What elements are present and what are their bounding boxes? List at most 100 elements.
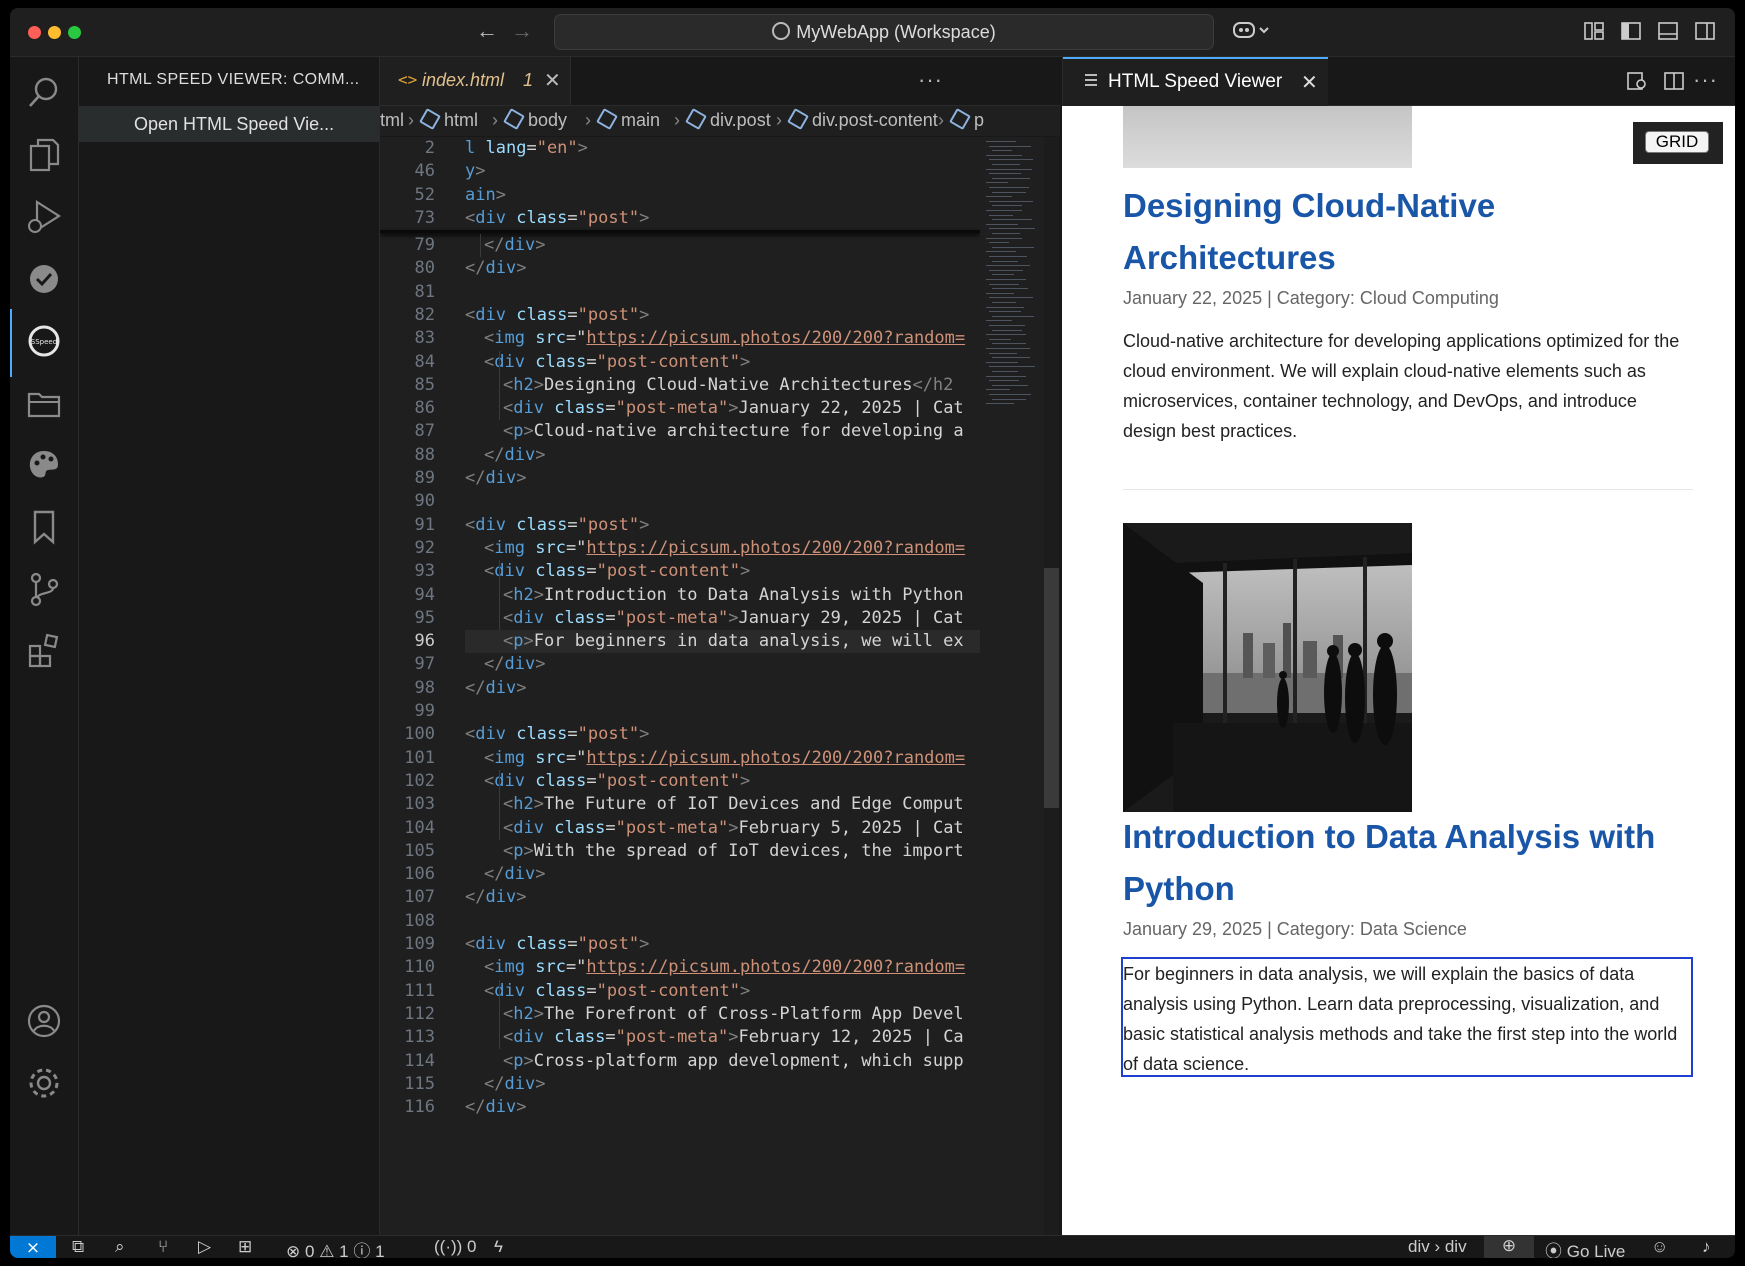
source-control-icon[interactable]: ⑂ xyxy=(158,1237,168,1257)
code-line[interactable]: 105 <p>With the spread of IoT devices, th… xyxy=(380,840,980,863)
code-line[interactable]: 80 </div> xyxy=(380,257,980,280)
code-line[interactable]: 93 <div class="post-content"> xyxy=(380,560,980,583)
account-icon[interactable] xyxy=(22,999,66,1043)
copy-icon[interactable]: ⧉ xyxy=(72,1237,84,1257)
command-center[interactable]: MyWebApp (Workspace) xyxy=(554,14,1214,50)
forward-arrow-icon[interactable]: → xyxy=(511,18,533,44)
speed-viewer-preview[interactable]: Designing Cloud-Native Architectures Jan… xyxy=(1062,106,1735,1235)
tab-html-speed-viewer[interactable]: HTML Speed Viewer ✕ xyxy=(1063,57,1328,107)
code-line[interactable]: 91 <div class="post"> xyxy=(380,514,980,537)
copilot-icon[interactable] xyxy=(1232,18,1282,40)
close-tab-icon[interactable]: ✕ xyxy=(1301,70,1318,95)
folder-icon[interactable] xyxy=(22,381,66,425)
grid-button[interactable]: GRID xyxy=(1645,131,1709,153)
lightning-icon[interactable]: ϟ xyxy=(494,1237,503,1257)
run-debug-icon[interactable]: ▷ xyxy=(198,1237,211,1257)
code-line[interactable]: 95 <div class="post-meta">January 29, 202… xyxy=(380,607,980,630)
code-line[interactable]: 89 </div> xyxy=(380,467,980,490)
speed-viewer-icon[interactable]: SSpeed xyxy=(22,319,66,363)
settings-gear-icon[interactable] xyxy=(22,1061,66,1105)
notifications-bell-icon[interactable]: ♪ xyxy=(1702,1237,1711,1257)
code-line[interactable]: 104 <div class="post-meta">February 5, 20… xyxy=(380,817,980,840)
search-icon[interactable] xyxy=(22,71,66,115)
code-line[interactable]: 112 <h2>The Forefront of Cross-Platform A… xyxy=(380,1003,980,1026)
problems-indicator[interactable]: ⊗ 0 ⚠ 1 ⓘ 1 xyxy=(286,1237,385,1258)
code-line[interactable]: 97 </div> xyxy=(380,653,980,676)
search-icon[interactable]: ⌕ xyxy=(115,1237,125,1257)
code-line[interactable]: 99 xyxy=(380,700,980,723)
split-editor-icon[interactable] xyxy=(1663,70,1685,92)
code-line[interactable]: 108 xyxy=(380,910,980,933)
editor-scrollbar-thumb[interactable] xyxy=(1044,568,1059,808)
more-actions-icon[interactable]: ··· xyxy=(1693,67,1718,93)
code-line[interactable]: 46 y> xyxy=(380,160,980,183)
check-icon[interactable] xyxy=(22,257,66,301)
breadcrumb-item[interactable]: tml xyxy=(380,110,404,131)
code-line[interactable]: 115 </div> xyxy=(380,1073,980,1096)
code-line[interactable]: 107 </div> xyxy=(380,886,980,909)
breadcrumb-item[interactable]: › p xyxy=(938,108,984,131)
code-line[interactable]: 92 <img src="https://picsum.photos/200/20… xyxy=(380,537,980,560)
code-line[interactable]: 101 <img src="https://picsum.photos/200/2… xyxy=(380,747,980,770)
code-line[interactable]: 87 <p>Cloud-native architecture for devel… xyxy=(380,420,980,443)
minimize-window-button[interactable] xyxy=(48,26,61,39)
toggle-secondary-sidebar-icon[interactable] xyxy=(1694,20,1716,42)
tab-index-html[interactable]: <> index.html 1 ✕ xyxy=(380,57,571,105)
code-line[interactable]: 106 </div> xyxy=(380,863,980,886)
element-path[interactable]: div › div xyxy=(1408,1237,1467,1257)
code-line[interactable]: 82 <div class="post"> xyxy=(380,304,980,327)
run-debug-icon[interactable] xyxy=(22,195,66,239)
code-line[interactable]: 103 <h2>The Future of IoT Devices and Edg… xyxy=(380,793,980,816)
post-title[interactable]: Designing Cloud-Native Architectures xyxy=(1123,180,1663,284)
source-control-icon[interactable] xyxy=(22,567,66,611)
breadcrumb-item[interactable]: › main xyxy=(585,108,660,131)
breadcrumb-item[interactable]: › div.post xyxy=(674,108,771,131)
code-line[interactable]: 109 <div class="post"> xyxy=(380,933,980,956)
grid-toggle[interactable]: GRID xyxy=(1633,122,1723,164)
remote-indicator-icon[interactable]: ⨯ xyxy=(10,1236,56,1258)
open-preview-icon[interactable] xyxy=(1626,70,1648,92)
toggle-panel-icon[interactable] xyxy=(1657,20,1679,42)
breadcrumb-item[interactable]: › div.post-content xyxy=(776,108,938,131)
code-line[interactable]: 83 <img src="https://picsum.photos/200/20… xyxy=(380,327,980,350)
zoom-window-button[interactable] xyxy=(68,26,81,39)
close-tab-icon[interactable]: ✕ xyxy=(544,68,561,93)
palette-icon[interactable] xyxy=(22,443,66,487)
code-line[interactable]: 102 <div class="post-content"> xyxy=(380,770,980,793)
breadcrumb-item[interactable]: › body xyxy=(492,108,567,131)
toggle-primary-sidebar-icon[interactable] xyxy=(1620,20,1642,42)
copilot-icon[interactable]: ☺ xyxy=(1651,1237,1668,1257)
code-line[interactable]: 113 <div class="post-meta">February 12, 2… xyxy=(380,1026,980,1049)
code-line[interactable]: 88 </div> xyxy=(380,444,980,467)
post-body-selected[interactable]: For beginners in data analysis, we will … xyxy=(1121,957,1693,1077)
breadcrumb-item[interactable]: › html xyxy=(408,108,478,131)
more-actions-icon[interactable]: ··· xyxy=(918,67,943,93)
back-arrow-icon[interactable]: ← xyxy=(476,18,498,44)
code-line[interactable]: 73 <div class="post"> xyxy=(380,207,980,230)
close-window-button[interactable] xyxy=(28,26,41,39)
code-line[interactable]: 90 xyxy=(380,490,980,513)
code-line[interactable]: 116 </div> xyxy=(380,1096,980,1119)
code-line[interactable]: 2 l lang="en"> xyxy=(380,137,980,160)
extensions-icon[interactable] xyxy=(22,629,66,673)
code-line[interactable]: 79 </div> xyxy=(380,234,980,257)
explorer-icon[interactable] xyxy=(22,133,66,177)
customize-layout-icon[interactable] xyxy=(1583,20,1605,42)
code-line[interactable]: 98 </div> xyxy=(380,677,980,700)
code-line[interactable]: 86 <div class="post-meta">January 22, 202… xyxy=(380,397,980,420)
code-line[interactable]: 81 xyxy=(380,281,980,304)
code-line[interactable]: 85 <h2>Designing Cloud-Native Architectur… xyxy=(380,374,980,397)
extensions-icon[interactable]: ⊞ xyxy=(238,1237,252,1257)
code-line[interactable]: 100 <div class="post"> xyxy=(380,723,980,746)
go-live-button[interactable]: ⦿ Go Live xyxy=(1545,1237,1625,1258)
post-title[interactable]: Introduction to Data Analysis with Pytho… xyxy=(1123,811,1663,915)
code-line[interactable]: 110 <img src="https://picsum.photos/200/2… xyxy=(380,956,980,979)
ports-indicator[interactable]: ((·)) 0 xyxy=(434,1237,477,1257)
code-line[interactable]: 84 <div class="post-content"> xyxy=(380,351,980,374)
zoom-icon[interactable]: ⊕ xyxy=(1484,1236,1534,1258)
code-line[interactable]: 52 ain> xyxy=(380,184,980,207)
code-line[interactable]: 111 <div class="post-content"> xyxy=(380,980,980,1003)
sidebar-item-open-viewer[interactable]: Open HTML Speed Vie... xyxy=(79,106,379,142)
code-editor[interactable]: 2l lang="en"> 46 y> 52 ain> 73 <div class="pos… xyxy=(380,137,980,1235)
code-line[interactable]: 94 <h2>Introduction to Data Analysis with… xyxy=(380,584,980,607)
